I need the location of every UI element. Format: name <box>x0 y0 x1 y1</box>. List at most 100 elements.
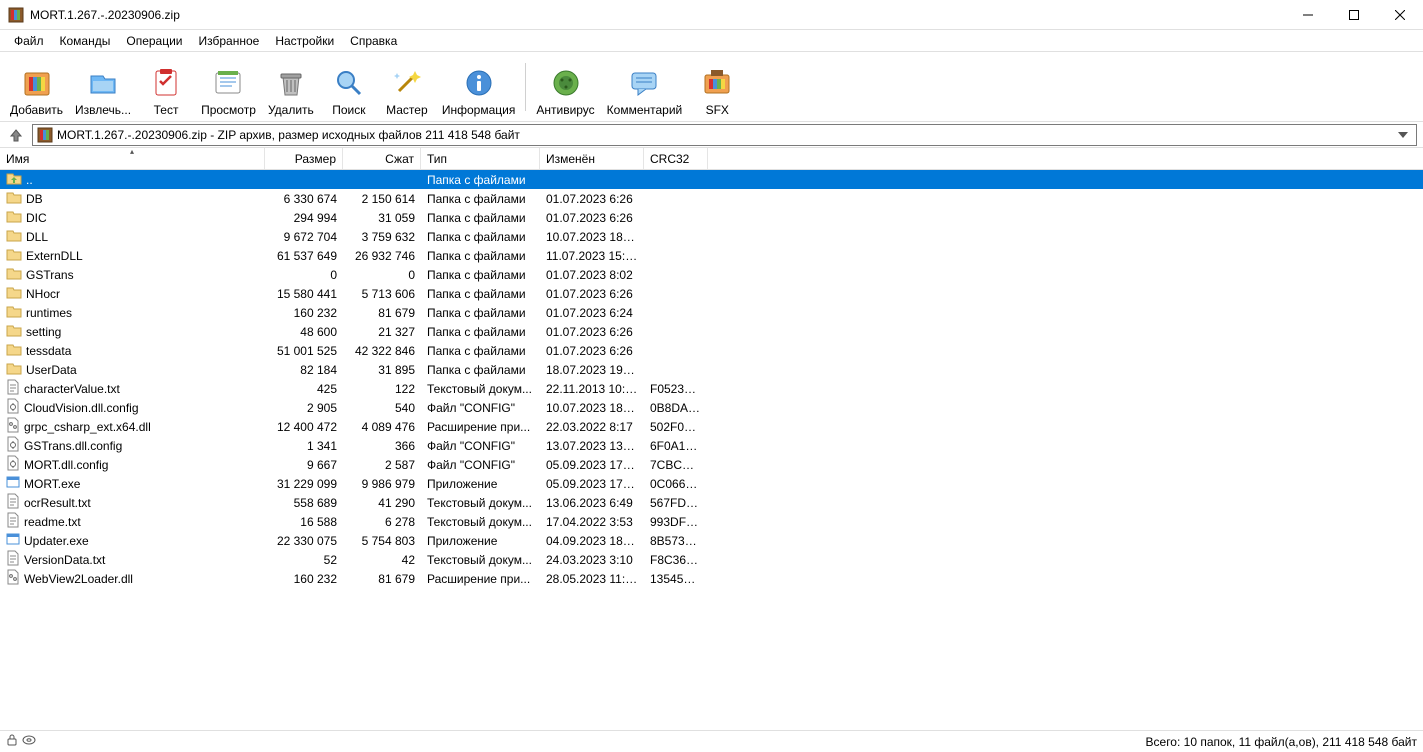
cell-packed: 9 986 979 <box>343 477 421 491</box>
menu-команды[interactable]: Команды <box>52 32 119 50</box>
cell-size: 425 <box>265 382 343 396</box>
lock-icon <box>6 734 18 749</box>
path-dropdown-icon[interactable] <box>1394 132 1412 138</box>
toolbar-comment-button[interactable]: Комментарий <box>601 55 689 119</box>
file-row[interactable]: readme.txt16 5886 278Текстовый докум...1… <box>0 512 1423 531</box>
cell-name: ExternDLL <box>0 247 265 264</box>
file-row[interactable]: GSTrans00Папка с файлами01.07.2023 8:02 <box>0 265 1423 284</box>
cell-crc: 7CBCC3A8 <box>644 458 708 472</box>
cell-type: Текстовый докум... <box>421 515 540 529</box>
toolbar-add-button[interactable]: Добавить <box>4 55 69 119</box>
cell-type: Приложение <box>421 477 540 491</box>
cell-name: .. <box>0 171 265 188</box>
file-name: tessdata <box>26 344 71 358</box>
cell-packed: 26 932 746 <box>343 249 421 263</box>
header-type-label: Тип <box>427 152 447 166</box>
header-crc[interactable]: CRC32 <box>644 148 708 169</box>
file-name: GSTrans <box>26 268 74 282</box>
menu-избранное[interactable]: Избранное <box>191 32 268 50</box>
maximize-button[interactable] <box>1331 0 1377 30</box>
toolbar-test-button[interactable]: Тест <box>137 55 195 119</box>
file-name: Updater.exe <box>24 534 89 548</box>
cell-size: 16 588 <box>265 515 343 529</box>
file-row[interactable]: GSTrans.dll.config1 341366Файл "CONFIG"1… <box>0 436 1423 455</box>
file-row[interactable]: setting48 60021 327Папка с файлами01.07.… <box>0 322 1423 341</box>
file-row[interactable]: DIC294 99431 059Папка с файлами01.07.202… <box>0 208 1423 227</box>
file-row[interactable]: WebView2Loader.dll160 23281 679Расширени… <box>0 569 1423 588</box>
folder-icon <box>6 266 22 283</box>
cell-crc: 0B8DA8F7 <box>644 401 708 415</box>
toolbar-info-button[interactable]: Информация <box>436 55 521 119</box>
cell-size: 558 689 <box>265 496 343 510</box>
file-list[interactable]: ..Папка с файламиDB6 330 6742 150 614Пап… <box>0 170 1423 730</box>
header-size[interactable]: Размер <box>265 148 343 169</box>
cell-size: 82 184 <box>265 363 343 377</box>
up-button[interactable] <box>6 125 26 145</box>
cell-name: DB <box>0 190 265 207</box>
file-name: MORT.exe <box>24 477 80 491</box>
file-row[interactable]: DLL9 672 7043 759 632Папка с файлами10.0… <box>0 227 1423 246</box>
minimize-button[interactable] <box>1285 0 1331 30</box>
cell-packed: 366 <box>343 439 421 453</box>
header-crc-label: CRC32 <box>650 152 689 166</box>
close-button[interactable] <box>1377 0 1423 30</box>
info-icon <box>463 67 495 99</box>
folder-icon <box>6 323 22 340</box>
file-row[interactable]: Updater.exe22 330 0755 754 803Приложение… <box>0 531 1423 550</box>
add-icon <box>21 67 53 99</box>
cell-crc: 502F0957 <box>644 420 708 434</box>
cell-name: characterValue.txt <box>0 379 265 398</box>
header-modified[interactable]: Изменён <box>540 148 644 169</box>
file-name: WebView2Loader.dll <box>24 572 133 586</box>
file-row[interactable]: NHocr15 580 4415 713 606Папка с файлами0… <box>0 284 1423 303</box>
file-row[interactable]: MORT.dll.config9 6672 587Файл "CONFIG"05… <box>0 455 1423 474</box>
toolbar-extract-button[interactable]: Извлечь... <box>69 55 137 119</box>
toolbar-view-button[interactable]: Просмотр <box>195 55 262 119</box>
file-row[interactable]: runtimes160 23281 679Папка с файлами01.0… <box>0 303 1423 322</box>
cell-type: Папка с файлами <box>421 192 540 206</box>
cell-modified: 10.07.2023 18:57 <box>540 401 644 415</box>
path-input[interactable]: MORT.1.267.-.20230906.zip - ZIP архив, р… <box>32 124 1417 146</box>
toolbar-delete-button[interactable]: Удалить <box>262 55 320 119</box>
file-name: MORT.dll.config <box>24 458 108 472</box>
toolbar-sfx-button[interactable]: SFX <box>688 55 746 119</box>
file-row[interactable]: ExternDLL61 537 64926 932 746Папка с фай… <box>0 246 1423 265</box>
menu-настройки[interactable]: Настройки <box>267 32 342 50</box>
cell-name: CloudVision.dll.config <box>0 398 265 417</box>
txt-icon <box>6 512 20 531</box>
header-name-label: Имя <box>6 152 29 166</box>
menu-операции[interactable]: Операции <box>118 32 190 50</box>
file-row[interactable]: ..Папка с файлами <box>0 170 1423 189</box>
cell-modified: 01.07.2023 6:26 <box>540 344 644 358</box>
cell-type: Текстовый докум... <box>421 553 540 567</box>
disk-icon <box>22 734 36 749</box>
sort-indicator-icon: ▴ <box>130 147 134 156</box>
header-type[interactable]: Тип <box>421 148 540 169</box>
file-row[interactable]: DB6 330 6742 150 614Папка с файлами01.07… <box>0 189 1423 208</box>
header-name[interactable]: ▴ Имя <box>0 148 265 169</box>
file-row[interactable]: tessdata51 001 52542 322 846Папка с файл… <box>0 341 1423 360</box>
file-row[interactable]: MORT.exe31 229 0999 986 979Приложение05.… <box>0 474 1423 493</box>
menu-файл[interactable]: Файл <box>6 32 52 50</box>
cell-modified: 10.07.2023 18:07 <box>540 230 644 244</box>
file-row[interactable]: VersionData.txt5242Текстовый докум...24.… <box>0 550 1423 569</box>
menu-справка[interactable]: Справка <box>342 32 405 50</box>
file-row[interactable]: ocrResult.txt558 68941 290Текстовый доку… <box>0 493 1423 512</box>
delete-icon <box>275 67 307 99</box>
toolbar-find-button[interactable]: Поиск <box>320 55 378 119</box>
cell-type: Папка с файлами <box>421 306 540 320</box>
file-row[interactable]: UserData82 18431 895Папка с файлами18.07… <box>0 360 1423 379</box>
cell-crc: 0C066742 <box>644 477 708 491</box>
toolbar-find-label: Поиск <box>332 103 365 117</box>
cell-packed: 81 679 <box>343 306 421 320</box>
file-row[interactable]: CloudVision.dll.config2 905540Файл "CONF… <box>0 398 1423 417</box>
file-row[interactable]: grpc_csharp_ext.x64.dll12 400 4724 089 4… <box>0 417 1423 436</box>
toolbar-virus-button[interactable]: Антивирус <box>530 55 600 119</box>
cell-size: 61 537 649 <box>265 249 343 263</box>
cell-type: Текстовый докум... <box>421 382 540 396</box>
header-packed[interactable]: Сжат <box>343 148 421 169</box>
file-row[interactable]: characterValue.txt425122Текстовый докум.… <box>0 379 1423 398</box>
cell-modified: 13.07.2023 13:38 <box>540 439 644 453</box>
toolbar-wizard-button[interactable]: Мастер <box>378 55 436 119</box>
header-packed-label: Сжат <box>385 152 414 166</box>
